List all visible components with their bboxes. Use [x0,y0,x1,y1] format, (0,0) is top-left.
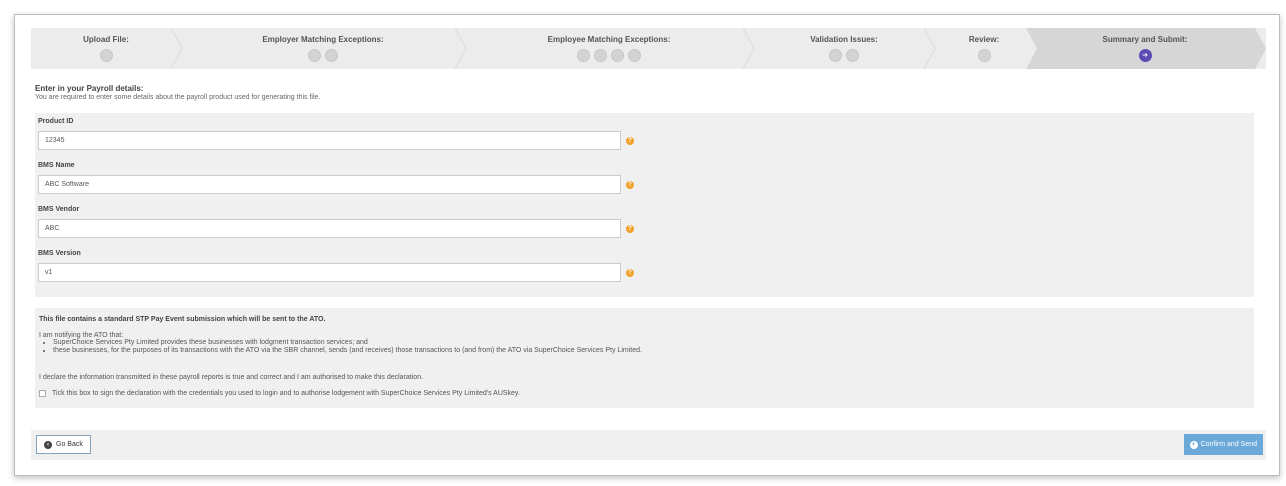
step-label: Employer Matching Exceptions: [262,35,384,44]
help-icon[interactable]: ? [626,137,634,145]
back-arrow-icon: ‹ [44,440,52,449]
bms-version-label: BMS Version [38,250,81,257]
list-item: SuperChoice Services Pty Limited provide… [53,339,642,346]
step-validation-issues[interactable]: Validation Issues: [753,28,935,69]
help-icon[interactable]: ? [626,225,634,233]
product-id-input[interactable] [38,131,621,150]
declaration-panel: This file contains a standard STP Pay Ev… [35,308,1254,408]
wizard-frame: Upload File: Employer Matching Exception… [14,14,1280,476]
declaration-checkbox[interactable] [39,390,46,397]
step-icon [325,49,338,62]
bms-name-input[interactable] [38,175,621,194]
arrow-right-icon: ➜ [1138,49,1152,62]
declaration-intro: I am notifying the ATO that: [39,332,124,339]
step-label: Validation Issues: [810,35,878,44]
step-label: Employee Matching Exceptions: [547,35,671,44]
go-back-button[interactable]: ‹ Go Back [36,435,91,454]
step-icon [99,49,113,62]
bms-vendor-input[interactable] [38,219,621,238]
confirm-and-send-label: Confirm and Send [1200,441,1257,448]
bms-version-input[interactable] [38,263,621,282]
section-subtitle: You are required to enter some details a… [35,94,321,101]
step-employer-matching[interactable]: Employer Matching Exceptions: [181,28,465,69]
go-back-label: Go Back [56,441,83,448]
step-label: Summary and Submit: [1102,35,1188,44]
declaration-statement: I declare the information transmitted in… [39,374,424,381]
section-title: Enter in your Payroll details: [35,84,144,93]
step-icon [829,49,842,62]
plus-circle-icon: + [1189,440,1198,449]
payroll-details-form: Product ID ? BMS Name ? BMS Vendor ? BMS… [35,113,1254,297]
bms-vendor-label: BMS Vendor [38,206,80,213]
declaration-checkbox-label[interactable]: Tick this box to sign the declaration wi… [52,390,520,397]
wizard-footer: ‹ Go Back + Confirm and Send [31,430,1266,460]
declaration-list: SuperChoice Services Pty Limited provide… [39,339,642,355]
list-item: these businesses, for the purposes of it… [53,347,642,354]
declaration-checkbox-row[interactable]: Tick this box to sign the declaration wi… [39,390,520,397]
step-icon [611,49,624,62]
declaration-title: This file contains a standard STP Pay Ev… [39,316,326,323]
bms-name-label: BMS Name [38,162,75,169]
step-summary-and-submit[interactable]: Summary and Submit: ➜ [1034,28,1256,69]
help-icon[interactable]: ? [626,181,634,189]
wizard-stepper: Upload File: Employer Matching Exception… [31,28,1266,69]
step-upload-file[interactable]: Upload File: [31,28,181,69]
step-label: Review: [968,35,1000,44]
confirm-and-send-button[interactable]: + Confirm and Send [1183,434,1263,455]
step-icon [628,49,641,62]
step-review[interactable]: Review: [934,28,1034,69]
help-icon[interactable]: ? [626,269,634,277]
step-employee-matching[interactable]: Employee Matching Exceptions: [465,28,753,69]
product-id-label: Product ID [38,118,74,125]
step-icon [577,49,590,62]
step-icon [977,49,991,62]
step-icon [594,49,607,62]
step-label: Upload File: [83,35,129,44]
step-icon [846,49,859,62]
step-icon [308,49,321,62]
